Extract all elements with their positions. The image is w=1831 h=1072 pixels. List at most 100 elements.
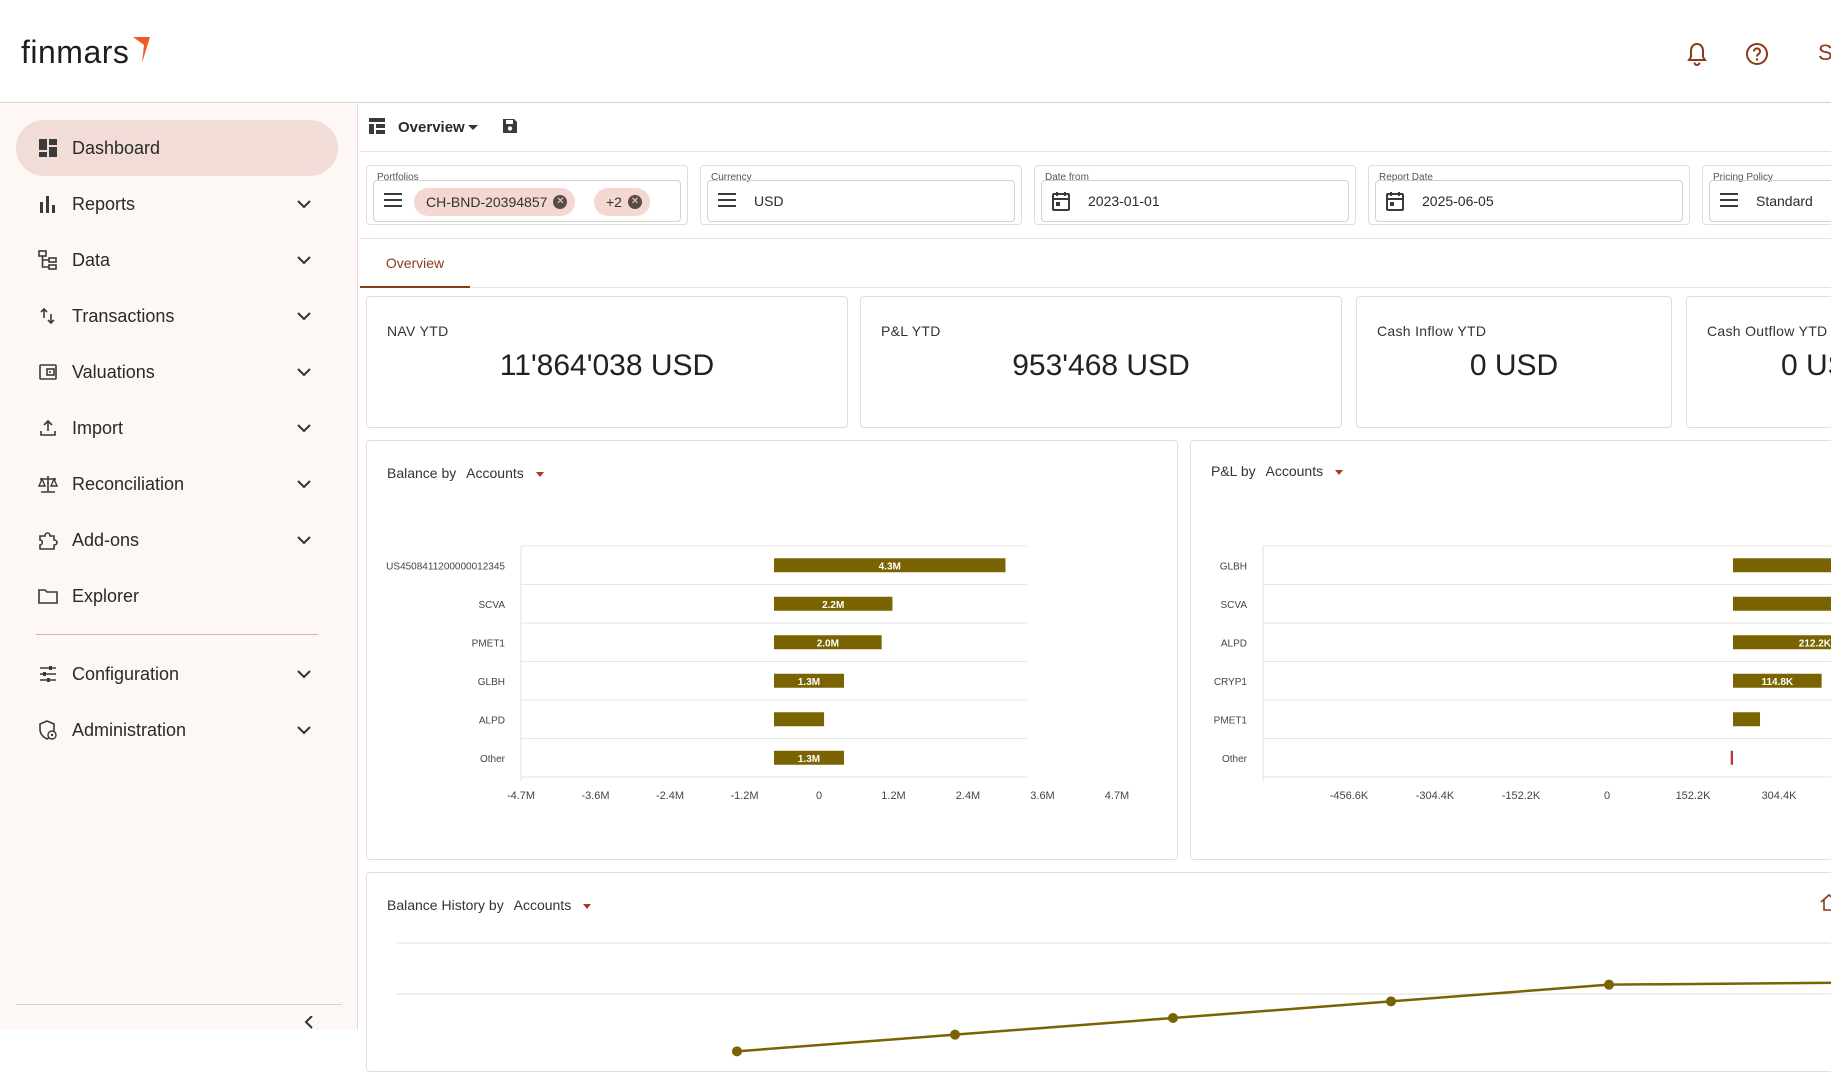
kpi-card-nav-ytd: NAV YTD 11'864'038 USD xyxy=(366,296,848,428)
sidebar-item-administration[interactable]: Administration xyxy=(16,702,338,758)
calendar-icon[interactable] xyxy=(1386,191,1404,216)
kpi-title: P&L YTD xyxy=(881,323,941,339)
dashboard-toolbar: Overview xyxy=(360,104,1831,152)
menu-icon[interactable] xyxy=(718,193,736,212)
portfolio-more-chip[interactable]: +2 ✕ xyxy=(594,188,650,216)
chip-label: CH-BND-20394857 xyxy=(426,194,548,210)
data-point xyxy=(950,1029,960,1040)
chevron-down-icon[interactable] xyxy=(294,474,314,494)
category-label: US4508411200000012345 xyxy=(386,561,505,572)
caret-down-icon[interactable] xyxy=(467,120,479,138)
chevron-down-icon[interactable] xyxy=(294,306,314,326)
data-label: 212.2K xyxy=(1799,638,1831,649)
report-date-value: 2025-06-05 xyxy=(1422,193,1494,209)
sidebar-item-transactions[interactable]: Transactions xyxy=(16,288,338,344)
sidebar-item-label: Configuration xyxy=(72,663,180,684)
chevron-down-icon[interactable] xyxy=(294,362,314,382)
save-icon[interactable] xyxy=(501,117,519,140)
collapse-sidebar-icon[interactable] xyxy=(300,1015,318,1035)
sidebar-item-import[interactable]: Import xyxy=(16,400,338,456)
calendar-icon[interactable] xyxy=(1052,191,1070,216)
dashboard-icon xyxy=(36,136,60,160)
chevron-down-icon[interactable] xyxy=(294,194,314,214)
bar xyxy=(1733,712,1761,727)
x-tick-label: -3.6M xyxy=(581,790,609,802)
help-circle-icon[interactable] xyxy=(1743,40,1771,68)
top-bar: finmars S xyxy=(0,0,1831,103)
category-label: GLBH xyxy=(1220,561,1247,572)
group-by-select[interactable]: Accounts xyxy=(466,465,544,481)
balance-history-card: Balance History by Accounts xyxy=(366,872,1831,1072)
data-label: 1.3M xyxy=(798,677,820,688)
logo-mark-icon xyxy=(133,36,151,63)
menu-icon[interactable] xyxy=(384,193,402,212)
pl-by-accounts-card: P&L by Accounts GLBH553.5KSCVA294.3KALPD… xyxy=(1190,440,1831,860)
caret-down-icon[interactable] xyxy=(583,903,592,909)
category-label: Other xyxy=(480,754,506,765)
bell-icon[interactable] xyxy=(1683,40,1711,68)
kpi-value: 0 USD xyxy=(1781,349,1831,382)
category-label: ALPD xyxy=(479,715,505,726)
chart-title: Balance History by Accounts xyxy=(387,897,592,913)
group-by-select[interactable]: Accounts xyxy=(1266,463,1344,479)
sidebar-item-dashboard[interactable]: Dashboard xyxy=(16,120,338,176)
report-date-input[interactable]: 2025-06-05 xyxy=(1375,180,1683,222)
data-label: 1.3M xyxy=(798,754,820,765)
pricing-policy-select[interactable]: Standard xyxy=(1709,180,1831,222)
data-point xyxy=(732,1046,742,1057)
close-icon[interactable]: ✕ xyxy=(627,195,642,209)
data-label: 2.0M xyxy=(817,638,839,649)
portfolio-chip[interactable]: CH-BND-20394857 ✕ xyxy=(414,188,576,216)
dashboard-tabs: Overview xyxy=(360,240,1831,288)
chart-title-text: P&L by xyxy=(1211,463,1256,479)
close-icon[interactable]: ✕ xyxy=(553,195,568,209)
sidebar-item-reports[interactable]: Reports xyxy=(16,176,338,232)
chevron-down-icon[interactable] xyxy=(294,418,314,438)
balance-by-accounts-card: Balance by Accounts US450841120000001234… xyxy=(366,440,1178,860)
puzzle-icon xyxy=(36,528,60,552)
sidebar: Dashboard Reports Data Transactions Valu… xyxy=(0,104,358,1030)
menu-icon[interactable] xyxy=(1720,193,1738,212)
sidebar-item-label: Transactions xyxy=(72,305,175,326)
layout-select[interactable]: Overview xyxy=(398,119,465,136)
caret-down-icon[interactable] xyxy=(535,471,544,477)
x-tick-label: 4.7M xyxy=(1105,790,1129,802)
tab-overview[interactable]: Overview xyxy=(360,240,470,288)
balance-bar-chart: US4508411200000012345 4.3M SCVA 2.2M PMET1 2.… xyxy=(386,545,1129,802)
chevron-down-icon[interactable] xyxy=(294,530,314,550)
currency-value: USD xyxy=(754,193,784,209)
sidebar-item-label: Valuations xyxy=(72,361,155,382)
chevron-down-icon[interactable] xyxy=(294,664,314,684)
category-label: ALPD xyxy=(1221,638,1247,649)
date-from-filter: Date from 2023-01-01 xyxy=(1034,165,1356,225)
chevron-down-icon[interactable] xyxy=(294,250,314,270)
category-label: SCVA xyxy=(479,600,506,611)
logo-text: finmars xyxy=(21,34,130,70)
x-tick-label: 304.4K xyxy=(1762,790,1798,802)
sidebar-item-label: Administration xyxy=(72,719,187,740)
sidebar-item-configuration[interactable]: Configuration xyxy=(16,646,338,702)
portfolios-select[interactable]: CH-BND-20394857 ✕ +2 ✕ xyxy=(373,180,681,222)
chevron-down-icon[interactable] xyxy=(294,720,314,740)
balance-history-line-chart xyxy=(397,942,1831,1057)
group-by-select[interactable]: Accounts xyxy=(514,897,592,913)
category-label: PMET1 xyxy=(472,638,506,649)
sidebar-item-add-ons[interactable]: Add-ons xyxy=(16,512,338,568)
home-icon[interactable] xyxy=(1819,893,1831,916)
data-point xyxy=(1386,996,1396,1007)
sidebar-item-valuations[interactable]: Valuations xyxy=(16,344,338,400)
pricing-policy-value: Standard xyxy=(1756,193,1813,209)
sidebar-item-reconciliation[interactable]: Reconciliation xyxy=(16,456,338,512)
date-from-input[interactable]: 2023-01-01 xyxy=(1041,180,1349,222)
currency-select[interactable]: USD xyxy=(707,180,1015,222)
category-label: GLBH xyxy=(478,677,505,688)
chip-label: +2 xyxy=(606,194,622,210)
x-tick-label: 0 xyxy=(816,790,822,802)
sidebar-item-explorer[interactable]: Explorer xyxy=(16,568,338,624)
finmars-logo[interactable]: finmars xyxy=(21,34,151,71)
group-by-value: Accounts xyxy=(1265,463,1324,479)
caret-down-icon[interactable] xyxy=(1335,469,1344,475)
user-avatar[interactable]: S xyxy=(1818,40,1831,66)
wallet-icon xyxy=(36,360,60,384)
sidebar-item-data[interactable]: Data xyxy=(16,232,338,288)
